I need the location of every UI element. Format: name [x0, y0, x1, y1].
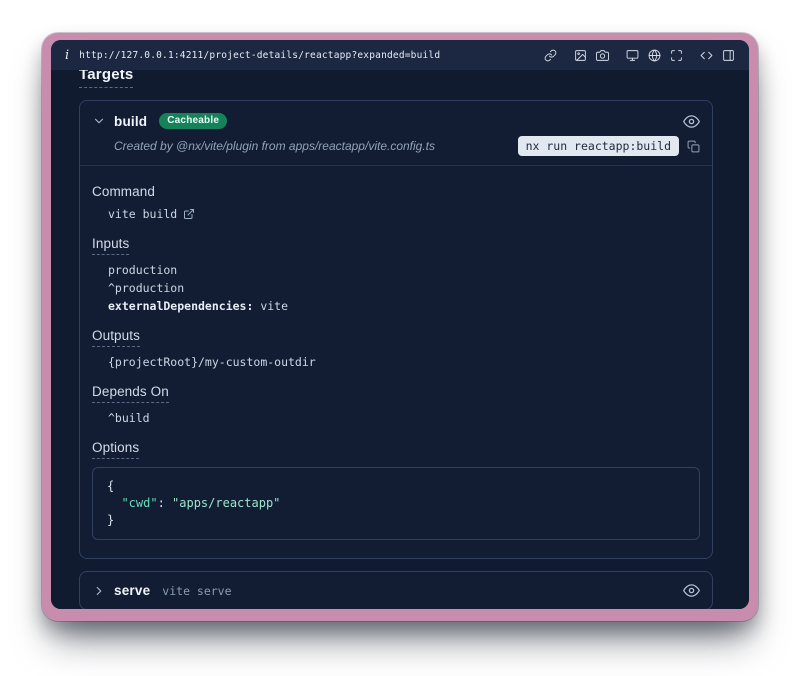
cacheable-badge: Cacheable: [159, 113, 227, 129]
options-heading[interactable]: Options: [92, 440, 139, 459]
monitor-icon[interactable]: [626, 49, 639, 62]
info-icon[interactable]: i: [65, 49, 69, 62]
run-command-group: nx run reactapp:build: [518, 136, 700, 156]
json-value: "apps/reactapp": [172, 496, 280, 510]
url-bar[interactable]: http://127.0.0.1:4211/project-details/re…: [79, 50, 440, 61]
json-brace: }: [107, 513, 114, 527]
camera-icon[interactable]: [596, 49, 609, 62]
target-name: serve: [114, 583, 150, 598]
sidebar-icon[interactable]: [722, 49, 735, 62]
json-brace: {: [107, 479, 114, 493]
targets-heading[interactable]: Targets: [79, 70, 133, 88]
build-card-subheader: Created by @nx/vite/plugin from apps/rea…: [92, 137, 700, 155]
app-window: i http://127.0.0.1:4211/project-details/…: [42, 33, 758, 621]
build-card-header: build Cacheable Created by @nx/vite/plug…: [80, 101, 712, 166]
image-icon[interactable]: [574, 49, 587, 62]
build-card-body: Command vite build Inputs production ^pr…: [80, 166, 712, 558]
target-card-build: build Cacheable Created by @nx/vite/plug…: [79, 100, 713, 559]
code-icon[interactable]: [700, 49, 713, 62]
target-card-serve: serve vite serve: [79, 571, 713, 609]
chevron-down-icon: [92, 114, 106, 128]
json-colon: :: [158, 496, 172, 510]
json-key: "cwd": [121, 496, 157, 510]
external-link-icon[interactable]: [183, 208, 195, 220]
topbar-icon-group: [626, 49, 683, 62]
depends-on-heading[interactable]: Depends On: [92, 384, 169, 403]
input-item: production: [92, 263, 700, 278]
inputs-heading[interactable]: Inputs: [92, 236, 129, 255]
command-text: vite build: [108, 207, 177, 221]
project-details-scroll[interactable]: Targets build Cacheable Created by @nx/v…: [51, 70, 749, 609]
topbar-icon-group: [574, 49, 609, 62]
maximize-icon[interactable]: [670, 49, 683, 62]
input-item-external-deps: externalDependencies: vite: [92, 299, 700, 314]
json-indent: [107, 496, 121, 510]
external-deps-value: vite: [253, 299, 288, 313]
outputs-heading[interactable]: Outputs: [92, 328, 140, 347]
run-command-chip: nx run reactapp:build: [518, 136, 679, 156]
eye-icon[interactable]: [683, 113, 700, 130]
globe-icon[interactable]: [648, 49, 661, 62]
output-item: {projectRoot}/my-custom-outdir: [92, 355, 700, 370]
topbar-icon-group: [700, 49, 735, 62]
command-value: vite build: [92, 207, 700, 222]
input-item: ^production: [92, 281, 700, 296]
browser-window: i http://127.0.0.1:4211/project-details/…: [51, 40, 749, 609]
topbar-icon-group: [544, 49, 557, 62]
chevron-right-icon: [92, 584, 106, 598]
options-json-block: { "cwd": "apps/reactapp" }: [92, 467, 700, 540]
build-toggle-row[interactable]: build Cacheable: [92, 111, 700, 131]
copy-icon[interactable]: [687, 140, 700, 153]
depends-on-item: ^build: [92, 411, 700, 426]
eye-icon[interactable]: [683, 582, 700, 599]
external-deps-label: externalDependencies:: [108, 299, 253, 313]
created-by-text: Created by @nx/vite/plugin from apps/rea…: [114, 139, 435, 153]
browser-topbar: i http://127.0.0.1:4211/project-details/…: [51, 40, 749, 70]
link-icon[interactable]: [544, 49, 557, 62]
target-name: build: [114, 114, 147, 129]
serve-toggle-row[interactable]: serve vite serve: [80, 572, 712, 609]
command-heading: Command: [92, 184, 155, 199]
serve-command-text: vite serve: [162, 584, 231, 598]
